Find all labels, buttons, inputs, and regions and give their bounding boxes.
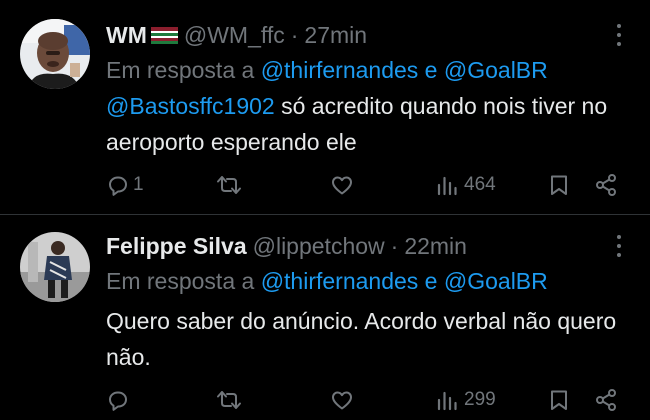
display-name[interactable]: Felippe Silva (106, 233, 247, 260)
bookmark-icon (551, 390, 567, 410)
repost-button[interactable] (216, 172, 245, 198)
views-button[interactable]: 464 (436, 172, 496, 198)
tweet-header: WM @WM_ffc · 27min (106, 20, 367, 50)
share-icon (596, 389, 616, 411)
bookmark-button[interactable] (548, 172, 570, 198)
reply-mention-link[interactable]: @GoalBR (444, 268, 548, 294)
repost-button[interactable] (216, 387, 245, 413)
tweet[interactable]: WM @WM_ffc · 27min Em resposta a @thirfe… (0, 0, 650, 214)
display-name[interactable]: WM (106, 22, 147, 49)
avatar-image (20, 232, 90, 302)
tweet-text: Quero saber do anúncio. Acordo verbal nã… (106, 303, 626, 375)
views-count: 299 (464, 389, 496, 410)
reply-button[interactable]: 1 (106, 172, 144, 198)
action-bar: 299 (106, 387, 626, 413)
views-icon (437, 391, 457, 411)
avatar-image (20, 19, 90, 89)
tweet-text-content: Quero saber do anúncio. Acordo verbal nã… (106, 308, 617, 370)
like-button[interactable] (330, 387, 357, 413)
reply-button[interactable] (106, 387, 133, 413)
avatar[interactable] (20, 232, 90, 302)
tweet-header: Felippe Silva @lippetchow · 22min (106, 231, 467, 261)
reply-icon (109, 391, 127, 411)
timestamp[interactable]: 27min (304, 22, 367, 49)
reply-count: 1 (133, 174, 144, 195)
tweet-text: @Bastosffc1902 só acredito quando nois t… (106, 88, 626, 160)
reply-mention-link[interactable]: @thirfernandes (261, 57, 419, 83)
reply-mention-link[interactable]: @GoalBR (444, 57, 548, 83)
user-handle[interactable]: @WM_ffc (184, 22, 285, 49)
user-handle[interactable]: @lippetchow (253, 233, 385, 260)
views-count: 464 (464, 174, 496, 195)
fluminense-flag-icon (150, 26, 178, 44)
avatar[interactable] (20, 19, 90, 89)
reply-joiner: e (418, 57, 444, 83)
reply-context: Em resposta a @thirfernandes e @GoalBR (106, 55, 548, 85)
repost-icon (217, 176, 241, 194)
like-button[interactable] (330, 172, 357, 198)
views-button[interactable]: 299 (436, 387, 496, 413)
bookmark-icon (551, 175, 567, 195)
reply-context: Em resposta a @thirfernandes e @GoalBR (106, 266, 548, 296)
separator: · (390, 232, 399, 259)
reply-mention-link[interactable]: @thirfernandes (261, 268, 419, 294)
share-button[interactable] (594, 387, 618, 413)
separator: · (290, 21, 299, 48)
bookmark-button[interactable] (548, 387, 570, 413)
share-icon (596, 174, 616, 196)
reply-joiner: e (418, 268, 444, 294)
tweet[interactable]: Felippe Silva @lippetchow · 22min Em res… (0, 214, 650, 420)
reply-prefix: Em resposta a (106, 268, 261, 294)
mention-link[interactable]: @Bastosffc1902 (106, 93, 275, 119)
repost-icon (217, 391, 241, 409)
reply-icon (109, 176, 127, 196)
more-options-icon[interactable] (616, 24, 622, 46)
action-bar: 1 464 (106, 172, 626, 198)
share-button[interactable] (594, 172, 618, 198)
timestamp[interactable]: 22min (404, 233, 467, 260)
heart-icon (332, 176, 352, 195)
views-icon (437, 176, 457, 196)
more-options-icon[interactable] (616, 235, 622, 257)
reply-prefix: Em resposta a (106, 57, 261, 83)
heart-icon (332, 391, 352, 410)
